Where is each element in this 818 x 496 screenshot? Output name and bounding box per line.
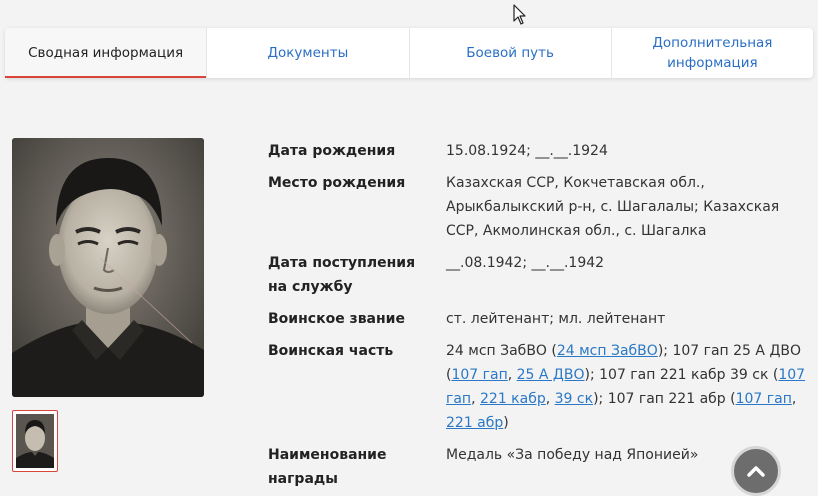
tab-additional-info[interactable]: Дополнительная информация [612,28,813,78]
unit-text: ); 107 гап 221 кабр 39 ск ( [584,367,779,383]
unit-text: , [471,391,480,407]
portrait-photo[interactable] [12,138,204,397]
unit-row: Воинская часть 24 мсп ЗабВО (24 мсп ЗабВ… [268,339,813,435]
unit-value: 24 мсп ЗабВО (24 мсп ЗабВО); 107 гап 25 … [446,339,806,435]
scroll-to-top-button[interactable] [731,446,781,496]
unit-link-221-abr[interactable]: 221 абр [446,415,503,431]
tab-additional-info-label: Дополнительная информация [652,35,773,71]
tab-documents-label: Документы [267,45,349,61]
birth-date-value: 15.08.1924; __.__.1924 [446,143,608,159]
unit-link-221-kabr[interactable]: 221 кабр [480,391,546,407]
tab-combat-path[interactable]: Боевой путь [410,28,612,78]
unit-label: Воинская часть [268,343,394,359]
service-date-label: Дата поступления на службу [268,255,416,295]
mouse-pointer-icon [513,4,526,25]
birth-date-row: Дата рождения 15.08.1924; __.__.1924 [268,139,813,163]
unit-text: , [507,367,517,383]
birth-place-row: Место рождения Казахская ССР, Кокчетавск… [268,171,813,243]
unit-link-24-msp[interactable]: 24 мсп ЗабВО [557,343,658,359]
unit-text: , [791,391,797,407]
birth-place-label: Место рождения [268,175,406,191]
service-date-value: __.08.1942; __.__.1942 [446,255,605,271]
tab-combat-path-label: Боевой путь [466,45,554,61]
unit-text: , [545,391,555,407]
chevron-up-icon [747,466,765,477]
rank-row: Воинское звание ст. лейтенант; мл. лейте… [268,307,813,331]
tab-documents[interactable]: Документы [207,28,410,78]
unit-link-25-a-dvo[interactable]: 25 А ДВО [517,367,585,383]
unit-link-39-sk[interactable]: 39 ск [555,391,593,407]
birth-place-value: Казахская ССР, Кокчетавская обл., Арыкба… [446,175,780,239]
portrait-thumbnail[interactable] [12,410,58,472]
tab-summary[interactable]: Сводная информация [5,28,208,78]
unit-link-107-gap[interactable]: 107 гап [451,367,507,383]
rank-label: Воинское звание [268,311,405,327]
rank-value: ст. лейтенант; мл. лейтенант [446,311,666,327]
tab-bar: Сводная информация Документы Боевой путь… [5,28,813,78]
unit-text: ) [503,415,509,431]
birth-date-label: Дата рождения [268,143,396,159]
unit-text: ); 107 гап 221 абр ( [593,391,736,407]
unit-link-107-gap[interactable]: 107 гап [736,391,792,407]
tab-summary-label: Сводная информация [28,45,184,61]
unit-text: 24 мсп ЗабВО ( [446,343,557,359]
service-date-row: Дата поступления на службу __.08.1942; _… [268,251,813,299]
award-label: Наименование награды [268,447,387,487]
